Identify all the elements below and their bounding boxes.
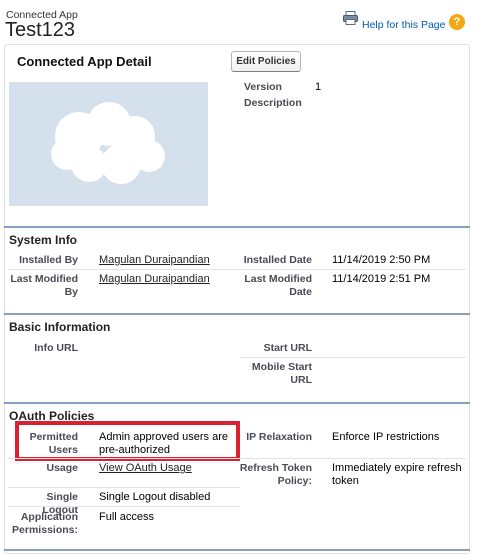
last-modified-by-label: Last Modified By xyxy=(10,273,78,298)
footer-rule xyxy=(4,549,470,551)
basic-info-header: Basic Information xyxy=(4,313,470,337)
installed-by-label: Installed By xyxy=(19,254,78,266)
version-value: 1 xyxy=(315,81,322,93)
help-link[interactable]: Help for this Page xyxy=(362,19,445,31)
info-url-label: Info URL xyxy=(34,342,78,354)
start-url-label: Start URL xyxy=(263,342,312,354)
installed-date-label: Installed Date xyxy=(243,254,312,266)
ip-relaxation-label: IP Relaxation xyxy=(246,431,312,443)
ip-relaxation-value: Enforce IP restrictions xyxy=(332,431,440,443)
refresh-token-policy-value: Immediately expire refresh token xyxy=(332,462,462,487)
divider xyxy=(240,269,466,270)
usage-label: Usage xyxy=(46,462,78,474)
refresh-token-policy-label: Refresh Token Policy: xyxy=(239,462,312,487)
divider xyxy=(240,357,466,358)
mobile-start-url-label: Mobile Start URL xyxy=(251,361,312,386)
application-permissions-label: Application Permissions: xyxy=(12,511,78,536)
detail-title: Connected App Detail xyxy=(17,54,152,69)
printer-icon[interactable] xyxy=(343,11,358,25)
highlight-box xyxy=(15,421,240,461)
last-modified-date-label: Last Modified Date xyxy=(244,273,312,298)
system-info-header: System Info xyxy=(4,226,470,250)
divider xyxy=(8,506,240,507)
installed-by-link[interactable]: Magulan Duraipandian xyxy=(99,254,210,266)
divider xyxy=(240,458,466,459)
version-label: Version xyxy=(244,81,282,93)
divider xyxy=(8,487,240,488)
application-permissions-value: Full access xyxy=(99,511,155,523)
help-icon[interactable]: ? xyxy=(449,14,465,30)
view-oauth-usage-link[interactable]: View OAuth Usage xyxy=(99,462,192,474)
system-info-title: System Info xyxy=(9,233,78,247)
last-modified-date-value: 11/14/2019 2:51 PM xyxy=(332,273,431,285)
app-logo-placeholder xyxy=(9,82,208,206)
cloud-icon xyxy=(51,102,165,184)
divider xyxy=(8,458,240,459)
single-logout-value: Single Logout disabled xyxy=(99,491,211,503)
basic-info-title: Basic Information xyxy=(9,320,111,334)
edit-policies-button[interactable]: Edit Policies xyxy=(231,51,301,72)
installed-date-value: 11/14/2019 2:50 PM xyxy=(332,254,431,266)
description-label: Description xyxy=(244,97,302,109)
divider xyxy=(8,269,240,270)
last-modified-by-link[interactable]: Magulan Duraipandian xyxy=(99,273,210,285)
page-title: Test123 xyxy=(5,19,76,41)
